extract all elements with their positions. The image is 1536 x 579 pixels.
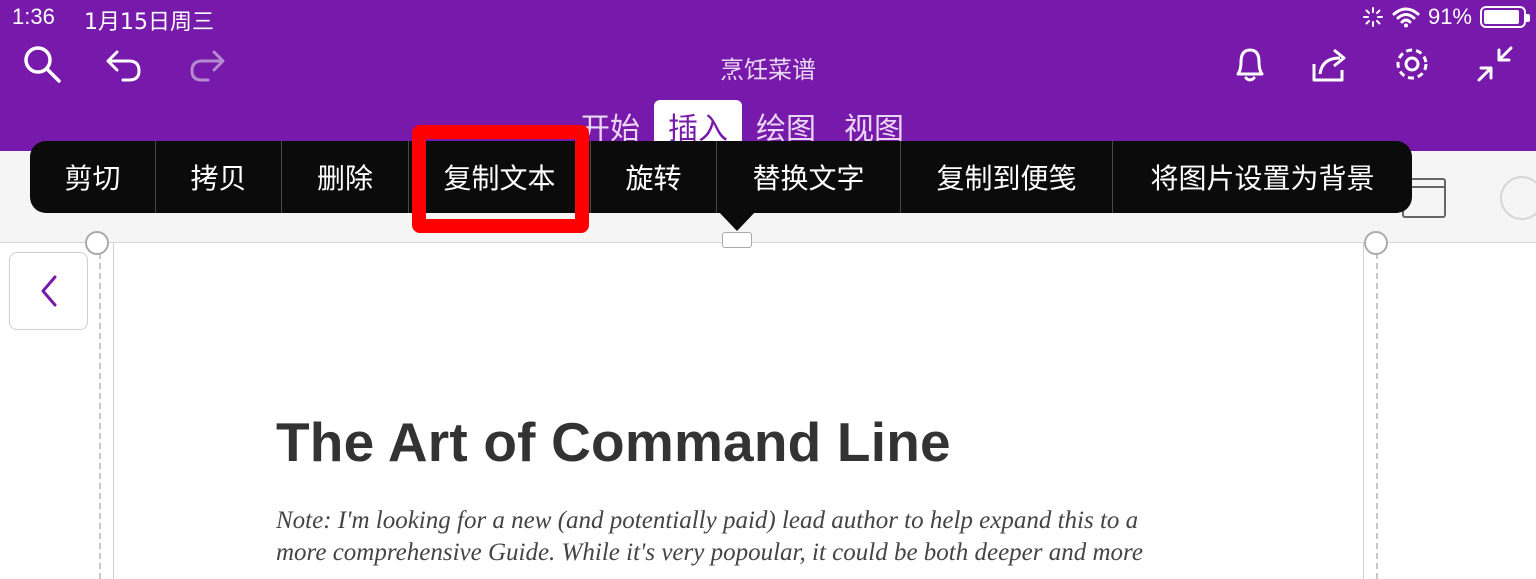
- context-menu: 剪切 拷贝 删除 复制文本 旋转 替换文字 复制到便笺 将图片设置为背景: [30, 141, 1412, 213]
- gear-icon[interactable]: [1390, 42, 1434, 86]
- status-indicators: 91%: [1362, 4, 1530, 30]
- resize-handle-top[interactable]: [722, 232, 752, 248]
- container-border-right: [1376, 243, 1378, 579]
- status-date: 1月15日周三: [84, 10, 214, 35]
- battery-percent: 91%: [1427, 4, 1472, 29]
- context-menu-pointer: [718, 211, 756, 231]
- resize-handle-top-left[interactable]: [85, 231, 109, 255]
- menu-item-rotate[interactable]: 旋转: [590, 141, 716, 213]
- bell-icon[interactable]: [1228, 42, 1272, 86]
- emoji-icon[interactable]: [1500, 176, 1536, 220]
- menu-item-copy[interactable]: 拷贝: [155, 141, 281, 213]
- wifi-icon: [1392, 7, 1420, 28]
- collapse-icon[interactable]: [1473, 42, 1517, 86]
- back-button[interactable]: [9, 252, 88, 330]
- share-icon[interactable]: [1308, 42, 1352, 86]
- activity-icon: [1362, 7, 1383, 27]
- battery-level-fill: [1484, 10, 1519, 24]
- container-border-left: [99, 243, 101, 579]
- menu-item-cut[interactable]: 剪切: [30, 141, 155, 213]
- highlight-annotation: [412, 125, 589, 233]
- image-heading: The Art of Command Line: [276, 411, 951, 473]
- battery-icon: [1480, 6, 1530, 28]
- app-header: 1:36 1月15日周三 91% 烹饪菜谱 开始 插入 绘图 视图: [0, 0, 1536, 151]
- chevron-left-icon: [41, 275, 56, 307]
- menu-item-alt-text[interactable]: 替换文字: [716, 141, 900, 213]
- status-time: 1:36: [12, 4, 55, 29]
- menu-item-copy-to-sticky-notes[interactable]: 复制到便笺: [900, 141, 1112, 213]
- menu-item-delete[interactable]: 删除: [281, 141, 408, 213]
- notebook-title: 烹饪菜谱: [720, 56, 816, 84]
- image-note-text: Note: I'm looking for a new (and potenti…: [276, 507, 1143, 566]
- resize-handle-top-right[interactable]: [1364, 231, 1388, 255]
- menu-item-set-as-background[interactable]: 将图片设置为背景: [1112, 141, 1412, 213]
